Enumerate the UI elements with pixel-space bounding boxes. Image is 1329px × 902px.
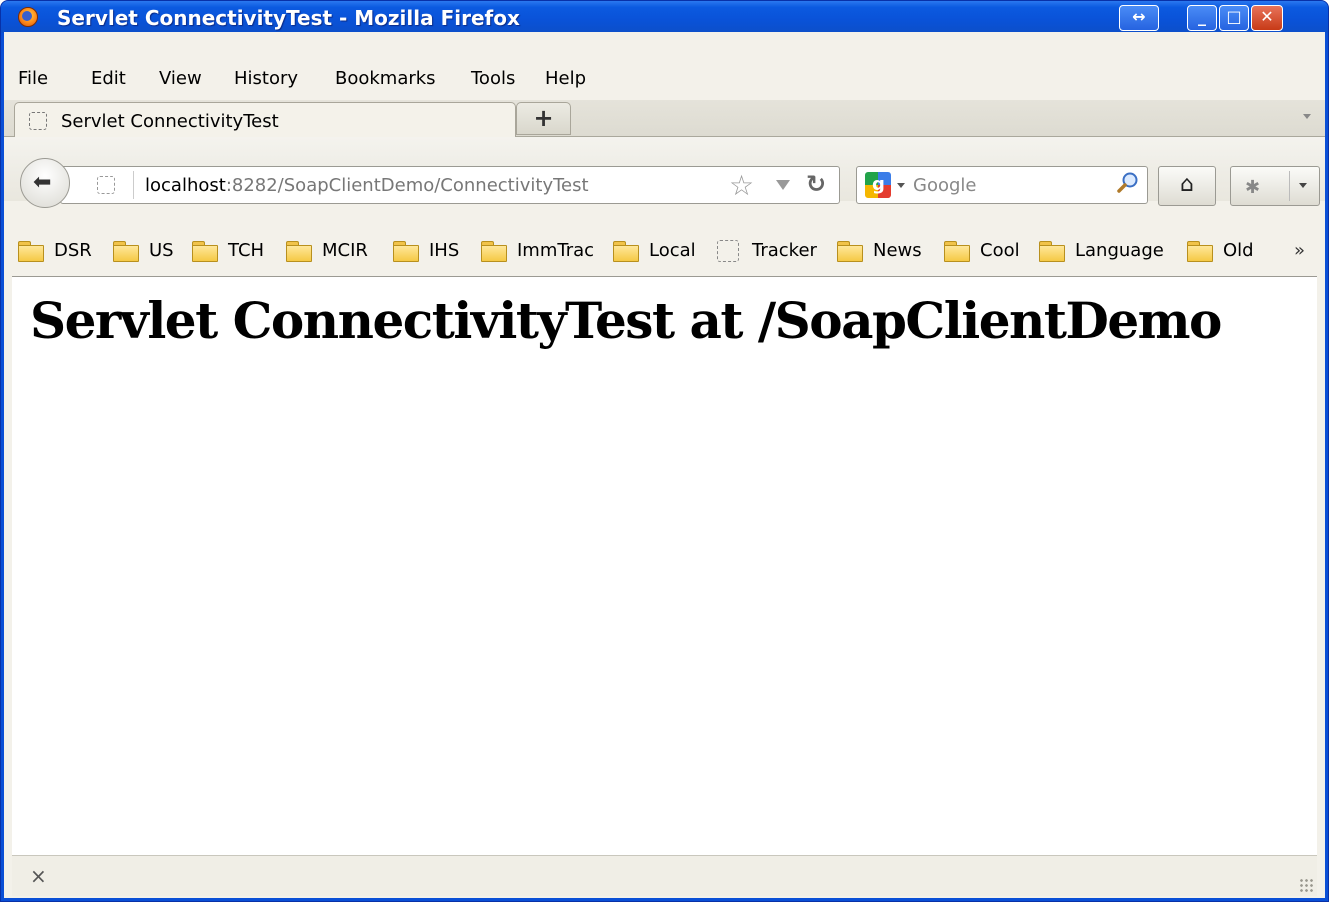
addon-dropdown-icon[interactable] [1299,183,1307,188]
fullscreen-icon[interactable]: ↔ [1119,5,1159,31]
url-text[interactable]: localhost:8282/SoapClientDemo/Connectivi… [145,175,589,196]
back-arrow-icon: ⬅ [33,170,52,195]
back-button[interactable]: ⬅ [20,158,70,208]
bookmark-label: Tracker [752,240,817,261]
url-host: localhost [145,175,226,196]
bookmark-star-icon[interactable]: ☆ [729,169,754,202]
bookmark-label: News [873,240,922,261]
bookmark-label: DSR [54,240,92,261]
window-title: Servlet ConnectivityTest - Mozilla Firef… [57,6,520,30]
google-engine-icon[interactable]: g [865,172,891,198]
bookmark-label: Local [649,240,696,261]
url-divider [133,171,134,199]
menu-history[interactable]: History [234,68,298,89]
bookmarks-overflow-chevron-icon[interactable]: » [1294,240,1305,261]
folder-icon [286,241,312,262]
addon-divider [1289,171,1290,201]
folder-icon [1187,241,1213,262]
bookmarks-toolbar: DSR US TCH MCIR IHS ImmTrac Local Tracke… [4,232,1325,270]
menu-file[interactable]: File [18,68,48,89]
firefox-logo-icon [18,7,38,27]
history-dropdown-icon[interactable] [776,180,790,190]
addon-button[interactable]: ✱ [1230,166,1320,206]
maximize-button[interactable]: □ [1219,5,1249,31]
menubar: File Edit View History Bookmarks Tools H… [4,62,1325,98]
close-addon-bar-icon[interactable]: × [30,864,47,888]
bookmark-label: TCH [228,240,265,261]
new-tab-button[interactable]: + [516,102,571,135]
folder-icon [481,241,507,262]
menu-help[interactable]: Help [545,68,586,89]
page-heading: Servlet ConnectivityTest at /SoapClientD… [30,291,1222,350]
home-button[interactable]: ⌂ [1158,166,1216,206]
engine-dropdown-icon[interactable] [897,183,905,188]
bookmark-label: Cool [980,240,1020,261]
firebug-icon: ✱ [1245,177,1261,198]
menu-bookmarks[interactable]: Bookmarks [335,68,436,89]
resize-grip-icon[interactable] [1299,878,1313,892]
page-content: Servlet ConnectivityTest at /SoapClientD… [12,276,1317,855]
title-bar[interactable]: Servlet ConnectivityTest - Mozilla Firef… [1,1,1328,33]
url-bar[interactable]: localhost:8282/SoapClientDemo/Connectivi… [60,166,840,204]
home-icon: ⌂ [1180,172,1194,197]
folder-icon [192,241,218,262]
folder-icon [18,241,44,262]
url-path: :8282/SoapClientDemo/ConnectivityTest [225,175,589,196]
bookmark-label: ImmTrac [517,240,595,261]
menu-edit[interactable]: Edit [91,68,126,89]
page-icon [717,240,739,262]
tab-title: Servlet ConnectivityTest [61,111,279,132]
folder-icon [837,241,863,262]
folder-icon [1039,241,1065,262]
bookmark-label: MCIR [322,240,368,261]
tab-list-chevron-down-icon[interactable] [1303,114,1311,119]
site-identity-icon[interactable] [97,176,115,194]
search-icon[interactable] [1117,171,1139,193]
reload-icon[interactable]: ↻ [806,170,826,198]
minimize-button[interactable]: _ [1187,5,1217,31]
default-favicon-icon [29,112,47,130]
search-bar[interactable]: g Google [856,166,1148,204]
status-bar: × [12,855,1317,896]
search-placeholder[interactable]: Google [913,175,976,196]
folder-icon [613,241,639,262]
tab-strip: Servlet ConnectivityTest + [4,100,1325,137]
bookmark-label: IHS [429,240,460,261]
bookmark-label: Language [1075,240,1164,261]
folder-icon [113,241,139,262]
google-engine-letter: g [872,174,885,195]
menu-tools[interactable]: Tools [471,68,515,89]
folder-icon [393,241,419,262]
bookmark-label: US [149,240,174,261]
tab-servlet-connectivitytest[interactable]: Servlet ConnectivityTest [14,102,516,137]
menu-view[interactable]: View [159,68,202,89]
bookmark-label: Old [1223,240,1254,261]
folder-icon [944,241,970,262]
close-button[interactable]: ✕ [1251,5,1283,31]
